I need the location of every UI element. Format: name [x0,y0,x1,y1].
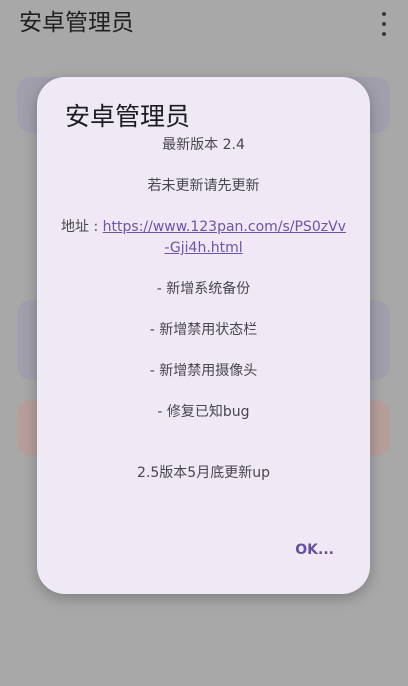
changelog-item: - 新增禁用状态栏 [149,322,258,338]
download-link[interactable]: https://www.123pan.com/s/PS0zVv [103,219,346,235]
dialog-body: 最新版本 2.4 若未更新请先更新 地址 : https://www.123pa… [49,135,358,484]
version-line: 最新版本 2.4 [162,137,245,153]
next-version-note: 2.5版本5月底更新up [137,465,270,481]
download-link-continuation[interactable]: -Gji4h.html [164,240,242,256]
ok-button[interactable]: OK... [295,540,334,560]
app-title: 安卓管理员 [19,10,134,36]
update-dialog: 安卓管理员 最新版本 2.4 若未更新请先更新 地址 : https://www… [37,77,370,594]
address-line: 地址 : https://www.123pan.com/s/PS0zVv -Gj… [49,217,358,259]
changelog-item: - 新增系统备份 [156,281,251,297]
changelog-item: - 修复已知bug [157,404,250,420]
address-label: 地址 : [61,219,103,235]
more-vertical-icon[interactable] [376,12,392,36]
update-prompt: 若未更新请先更新 [147,178,260,194]
app-bar: 安卓管理员 [0,0,408,48]
changelog-item: - 新增禁用摄像头 [149,363,258,379]
dialog-title: 安卓管理员 [65,102,191,131]
